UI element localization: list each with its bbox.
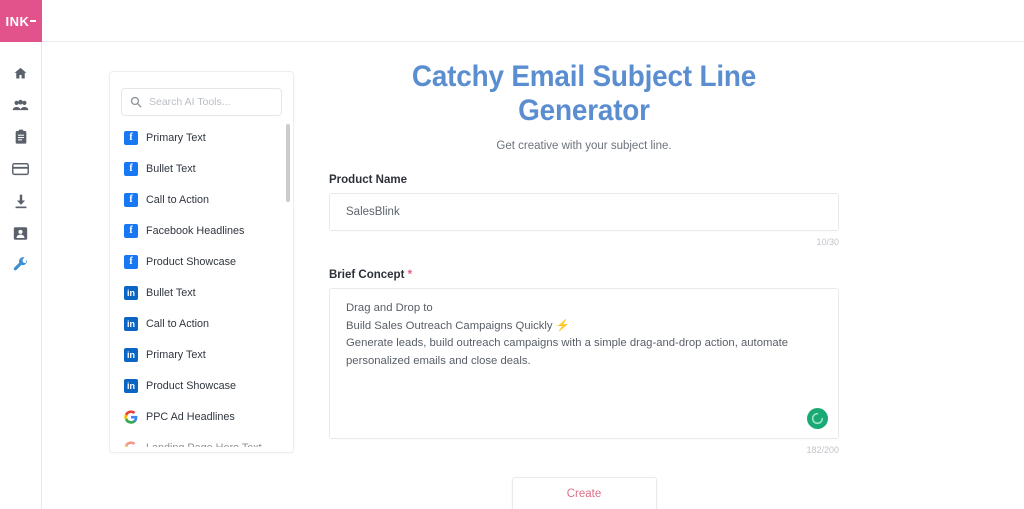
tool-list-item-label: Product Showcase bbox=[146, 255, 237, 268]
rail-item-account[interactable] bbox=[6, 224, 36, 242]
brief-concept-label: Brief Concept * bbox=[329, 269, 839, 281]
tool-list-item[interactable]: f Call to Action bbox=[110, 184, 293, 215]
clipboard-icon bbox=[15, 129, 26, 144]
google-icon bbox=[124, 440, 138, 447]
app-logo[interactable]: INK bbox=[0, 0, 42, 42]
search-field-wrapper[interactable] bbox=[121, 88, 282, 116]
create-button-row: Create bbox=[329, 477, 839, 509]
tool-list-item[interactable]: f Primary Text bbox=[110, 122, 293, 153]
tools-scrollbar-thumb[interactable] bbox=[286, 124, 290, 202]
facebook-icon: f bbox=[124, 192, 138, 207]
linkedin-icon: in bbox=[124, 347, 138, 362]
tool-list-item[interactable]: in Bullet Text bbox=[110, 277, 293, 308]
card-icon bbox=[12, 163, 29, 176]
app-root: INK Search AI Tools... f Primary Text f … bbox=[0, 0, 1024, 509]
tool-list-item[interactable]: in Call to Action bbox=[110, 308, 293, 339]
tool-list-item-label: Call to Action bbox=[146, 193, 210, 206]
tool-list-item-label: Primary Text bbox=[146, 131, 206, 144]
tools-scrollbar[interactable] bbox=[286, 122, 290, 447]
tool-list-item[interactable]: in Primary Text bbox=[110, 339, 293, 370]
product-name-input[interactable] bbox=[329, 193, 839, 232]
logo-cursor-icon bbox=[30, 20, 37, 22]
rail-item-team[interactable] bbox=[6, 96, 36, 114]
linkedin-icon: in bbox=[124, 378, 138, 393]
rail-item-list bbox=[0, 42, 41, 274]
tool-list-item-label: Primary Text bbox=[146, 348, 206, 361]
page-body: f Primary Text f Bullet Text f Call to Action… bbox=[42, 43, 1024, 509]
tool-list-item[interactable]: Landing Page Hero Text bbox=[110, 432, 293, 447]
tool-list-item[interactable]: f Product Showcase bbox=[110, 246, 293, 277]
tool-list-item-label: PPC Ad Headlines bbox=[146, 410, 235, 423]
tool-list-item[interactable]: f Bullet Text bbox=[110, 153, 293, 184]
tool-list-item-label: Product Showcase bbox=[146, 379, 237, 392]
home-icon bbox=[14, 67, 27, 78]
linkedin-icon: in bbox=[124, 316, 138, 331]
product-name-counter: 10/30 bbox=[816, 237, 839, 248]
page-subtitle: Get creative with your subject line. bbox=[496, 140, 672, 153]
brief-concept-value: Drag and Drop to Build Sales Outreach Ca… bbox=[346, 302, 789, 367]
brief-concept-counter: 182/200 bbox=[806, 445, 839, 456]
rail-item-billing[interactable] bbox=[6, 160, 36, 178]
product-name-label: Product Name bbox=[329, 174, 407, 187]
linkedin-icon: in bbox=[124, 285, 138, 300]
ai-tools-panel: f Primary Text f Bullet Text f Call to Action… bbox=[109, 71, 294, 453]
required-asterisk: * bbox=[407, 269, 413, 282]
spinner-arc-icon bbox=[811, 413, 824, 425]
generator-form: Catchy Email Subject Line Generator Get … bbox=[329, 60, 839, 509]
brief-concept-field: Brief Concept * Drag and Drop to Build S… bbox=[329, 269, 839, 455]
tool-list-item[interactable]: PPC Ad Headlines bbox=[110, 401, 293, 432]
search-icon bbox=[130, 96, 142, 108]
tool-list-item-label: Bullet Text bbox=[146, 286, 196, 299]
tool-list-item-label: Call to Action bbox=[146, 317, 210, 330]
loading-spinner-icon bbox=[807, 408, 828, 430]
facebook-icon: f bbox=[124, 130, 138, 145]
download-icon bbox=[15, 194, 26, 208]
tool-list-item[interactable]: f Facebook Headlines bbox=[110, 215, 293, 246]
rail-item-projects[interactable] bbox=[6, 128, 36, 146]
brief-concept-label-text: Brief Concept bbox=[329, 269, 405, 282]
tools-list[interactable]: f Primary Text f Bullet Text f Call to Action… bbox=[110, 122, 293, 447]
search-input[interactable] bbox=[149, 96, 273, 108]
facebook-icon: f bbox=[124, 254, 138, 269]
app-logo-text: INK bbox=[5, 13, 30, 29]
tool-list-item-label: Bullet Text bbox=[146, 162, 196, 175]
tool-list-item-label: Landing Page Hero Text bbox=[146, 442, 262, 448]
rail-item-ai-tools[interactable] bbox=[6, 256, 36, 274]
google-icon bbox=[124, 409, 138, 424]
create-button[interactable]: Create bbox=[511, 477, 657, 509]
tool-list-item[interactable]: in Product Showcase bbox=[110, 370, 293, 401]
left-nav-rail: INK bbox=[0, 0, 42, 509]
facebook-icon: f bbox=[124, 161, 138, 176]
product-name-field: Product Name 10/30 bbox=[329, 174, 839, 247]
brief-concept-textarea[interactable]: Drag and Drop to Build Sales Outreach Ca… bbox=[329, 288, 839, 440]
facebook-icon: f bbox=[124, 223, 138, 238]
rail-item-downloads[interactable] bbox=[6, 192, 36, 210]
page-title: Catchy Email Subject Line Generator bbox=[411, 60, 757, 127]
top-header-bar bbox=[42, 0, 1024, 42]
id-card-icon bbox=[13, 226, 28, 240]
users-icon bbox=[12, 99, 29, 110]
rail-item-home[interactable] bbox=[6, 64, 36, 82]
tool-list-item-label: Facebook Headlines bbox=[146, 224, 245, 237]
wrench-icon bbox=[13, 257, 27, 271]
